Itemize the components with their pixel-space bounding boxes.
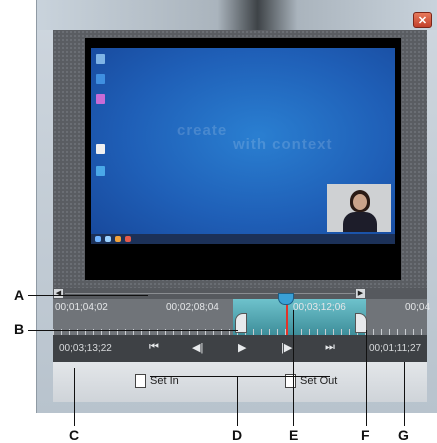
go-to-start-button[interactable]: ⏮ bbox=[149, 341, 159, 354]
video-desktop-image: create with context bbox=[91, 48, 395, 244]
person-head bbox=[353, 194, 367, 210]
webcam-overlay bbox=[327, 184, 391, 232]
desktop-icon bbox=[96, 144, 105, 154]
close-icon: ✕ bbox=[417, 14, 428, 27]
current-time: 00;03;13;22 bbox=[59, 343, 112, 354]
callout-g: G bbox=[398, 427, 409, 443]
time-label: 00;04 bbox=[405, 302, 431, 313]
callout-line bbox=[74, 368, 75, 426]
play-button[interactable]: ▶ bbox=[238, 341, 246, 354]
scroll-left-icon[interactable]: ◀ bbox=[54, 289, 63, 298]
callout-line bbox=[28, 330, 238, 331]
set-in-icon bbox=[135, 374, 146, 388]
scroll-track[interactable] bbox=[65, 293, 355, 294]
callout-c: C bbox=[69, 427, 80, 443]
close-button[interactable]: ✕ bbox=[413, 12, 432, 28]
set-bar: Set In Set Out bbox=[53, 362, 427, 402]
video-frame: create with context bbox=[85, 38, 401, 280]
callout-line bbox=[293, 310, 294, 426]
desktop-icon bbox=[96, 94, 105, 104]
person-body bbox=[343, 212, 377, 232]
timeline-scrollbar[interactable]: ◀ ▶ bbox=[53, 288, 427, 299]
callout-line bbox=[150, 376, 330, 377]
callout-line bbox=[28, 295, 148, 296]
preview-window: ✕ create with context ◀ ▶ 00;01;04;02 00… bbox=[36, 0, 437, 413]
callout-f: F bbox=[361, 427, 370, 443]
transport-controls: 00;03;13;22 ⏮ ◀| ▶ |▶ ⏭ 00;01;11;27 bbox=[53, 335, 427, 362]
step-back-button[interactable]: ◀| bbox=[192, 341, 203, 354]
watermark-text: with context bbox=[233, 136, 333, 153]
taskbar bbox=[91, 234, 395, 244]
watermark-text: create bbox=[177, 122, 228, 139]
callout-e: E bbox=[289, 427, 299, 443]
callout-b: B bbox=[14, 321, 25, 337]
callout-line bbox=[237, 376, 238, 426]
taskbar-icon bbox=[105, 236, 111, 242]
start-orb-icon bbox=[95, 236, 101, 242]
taskbar-icon bbox=[125, 236, 131, 242]
desktop-icon bbox=[96, 166, 105, 176]
desktop-icon bbox=[96, 54, 105, 64]
callout-a: A bbox=[14, 287, 25, 303]
go-to-end-button[interactable]: ⏭ bbox=[325, 341, 335, 354]
title-bar: ✕ bbox=[37, 0, 437, 30]
duration-time: 00;01;11;27 bbox=[369, 343, 422, 354]
playhead-handle[interactable] bbox=[278, 293, 294, 305]
time-label: 00;02;08;04 bbox=[166, 302, 219, 313]
callout-d: D bbox=[232, 427, 243, 443]
scroll-right-icon[interactable]: ▶ bbox=[356, 289, 365, 298]
taskbar-icon bbox=[115, 236, 121, 242]
desktop-icon bbox=[96, 74, 105, 84]
callout-line bbox=[404, 362, 405, 426]
time-label: 00;01;04;02 bbox=[55, 302, 108, 313]
step-forward-button[interactable]: |▶ bbox=[281, 341, 292, 354]
time-label: 00;03;12;06 bbox=[293, 302, 346, 313]
preview-area: create with context bbox=[53, 30, 427, 288]
editor-panel: create with context ◀ ▶ 00;01;04;02 00;0… bbox=[53, 30, 431, 402]
callout-line bbox=[366, 330, 367, 426]
